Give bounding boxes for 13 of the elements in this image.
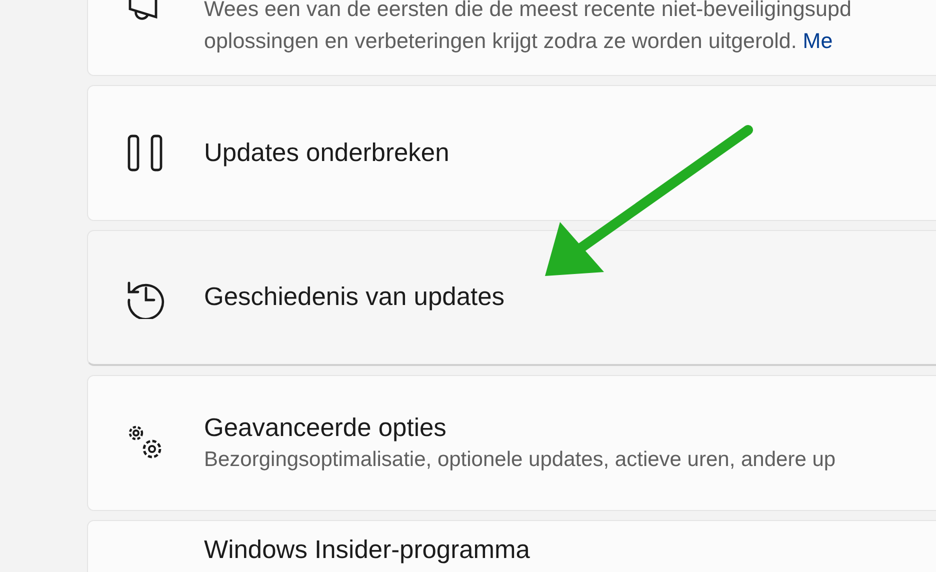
card-subtitle: Bezorgingsoptimalisatie, optionele updates, actieve uren, andere up (204, 446, 836, 473)
settings-card[interactable]: Updates onderbreken (87, 85, 936, 221)
card-title: Geschiedenis van updates (204, 282, 505, 313)
settings-card[interactable]: Geschiedenis van updates (87, 230, 936, 366)
more-link[interactable]: Me (802, 29, 833, 53)
card-title: Updates onderbreken (204, 138, 450, 168)
settings-card[interactable]: Geavanceerde opties Bezorgingsoptimalisatie, optionele updates, actieve uren, andere up (87, 375, 936, 511)
settings-card[interactable]: Wees een van de eersten die de meest recente niet-beveiligingsupd oplossingen en verbeteringen krijgt zodra ze worden uitgerold. Me (87, 0, 936, 76)
card-title: Windows Insider-programma (204, 535, 530, 566)
settings-card[interactable]: Windows Insider-programma (87, 520, 936, 572)
description-text: oplossingen en verbeteringen krijgt zodra ze worden uitgerold. (204, 29, 797, 53)
card-title: Geavanceerde opties (204, 413, 448, 444)
description-text: Wees een van de eersten die de meest recente niet-beveiligingsupd (204, 0, 852, 21)
